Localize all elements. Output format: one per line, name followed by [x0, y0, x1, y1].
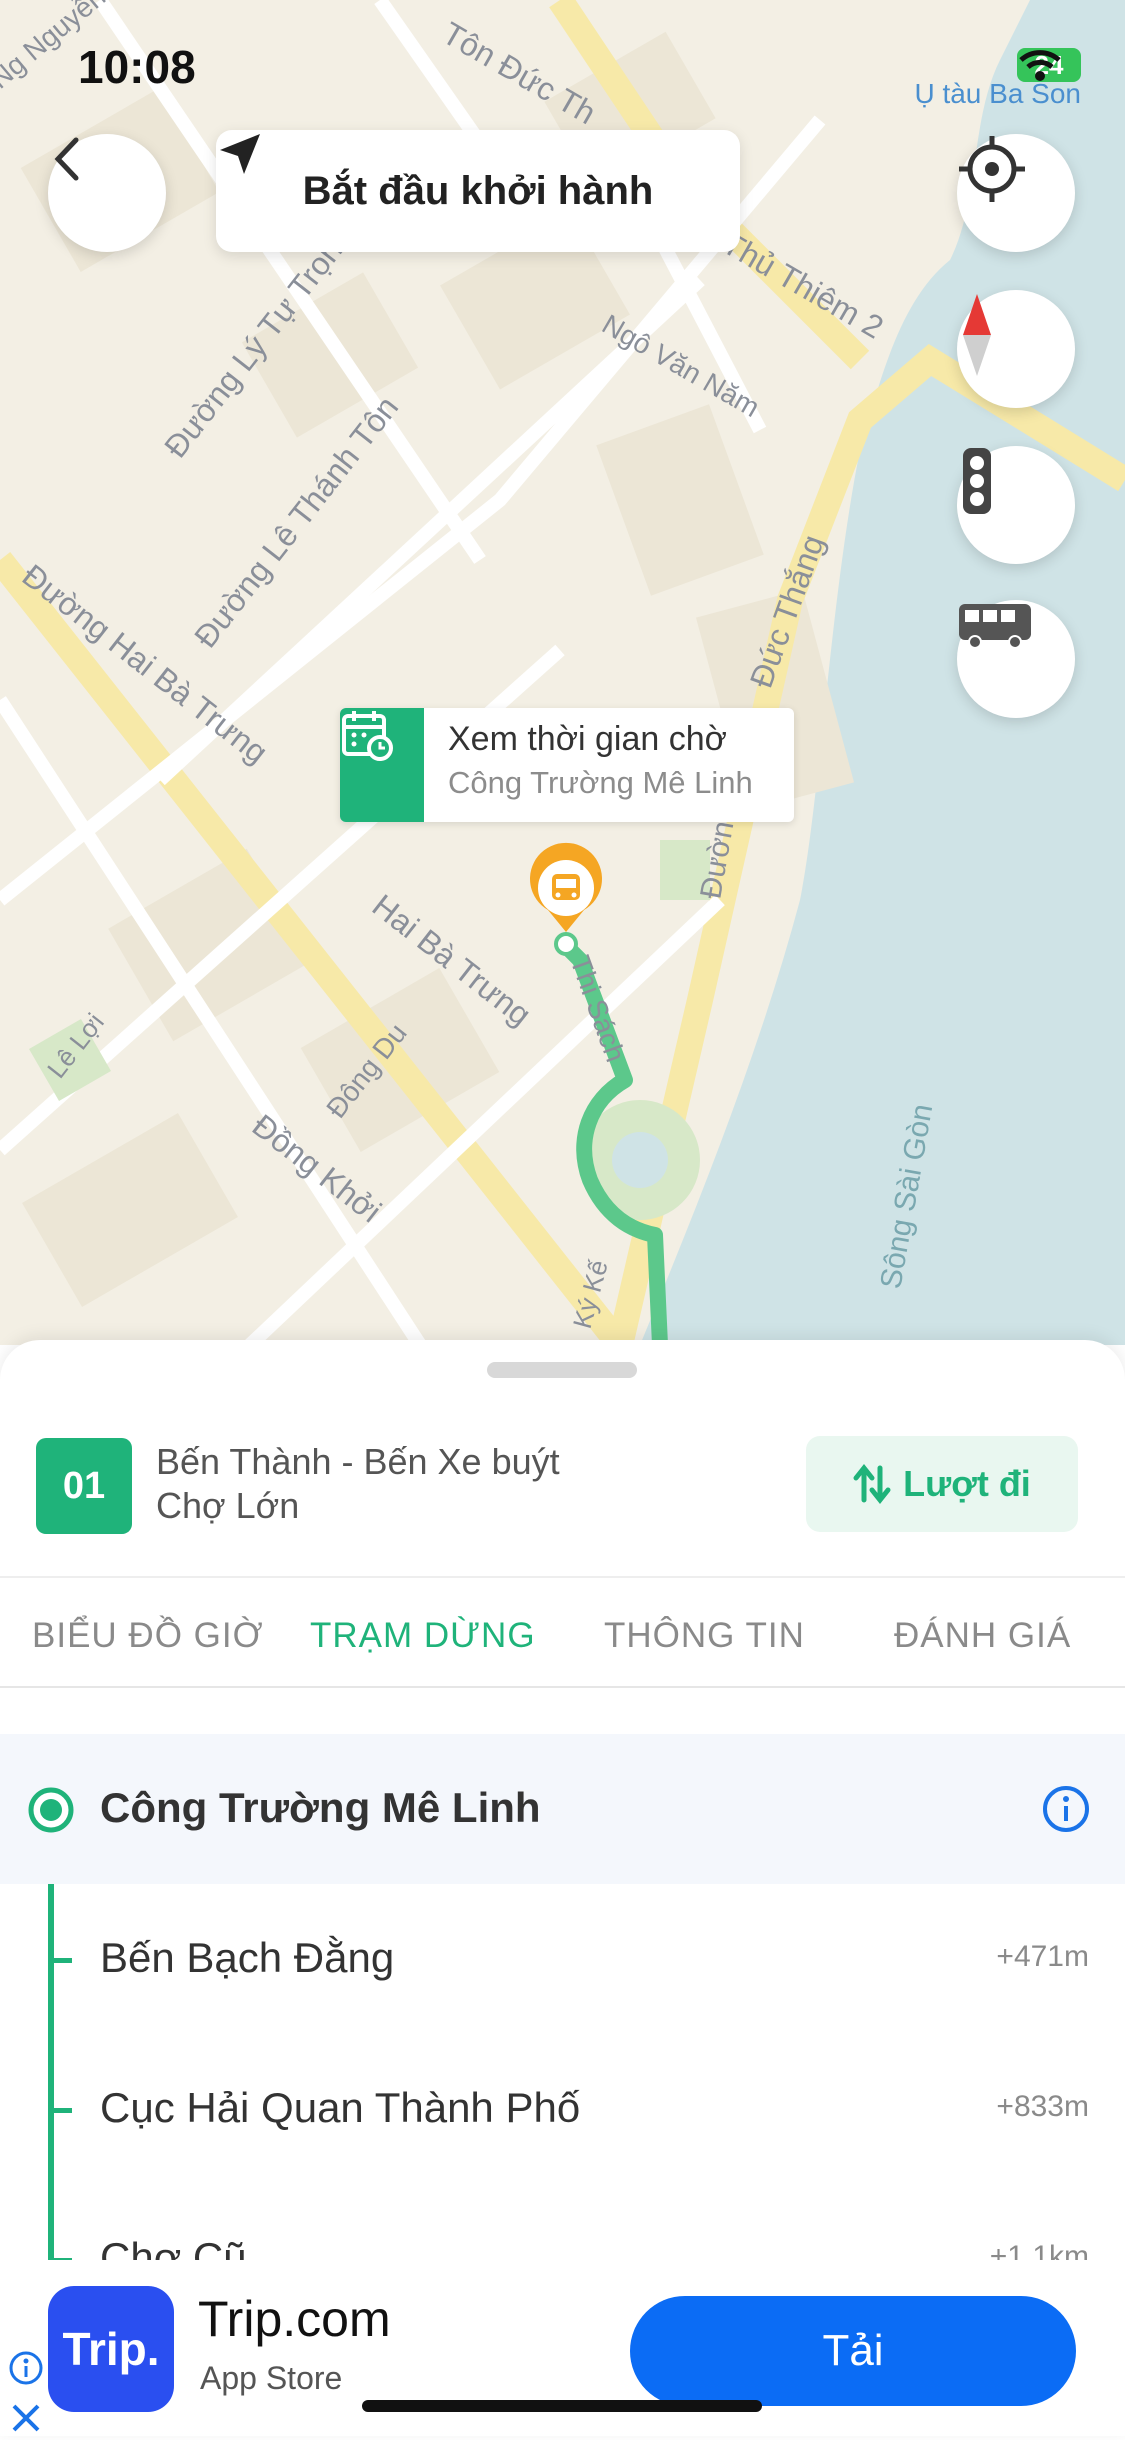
stop-tick: [48, 1958, 72, 1963]
route-number-badge: 01: [36, 1438, 132, 1534]
ad-title: Trip.com: [198, 2291, 391, 2347]
ad-download-button[interactable]: Tải: [630, 2296, 1076, 2406]
stop-item-current[interactable]: Công Trường Mê Linh: [0, 1734, 1125, 1884]
map-view[interactable]: Tôn Đức Th Thủ Thiêm 2 Ngô Văn Năm Đường…: [0, 0, 1125, 1345]
stop-distance: +833m: [996, 2090, 1089, 2123]
current-stop-marker-icon: [28, 1787, 74, 1833]
locate-me-button[interactable]: [957, 134, 1075, 252]
chevron-left-icon: [54, 137, 79, 181]
wait-card-subtitle: Công Trường Mê Linh: [448, 765, 753, 800]
stop-item[interactable]: Cục Hải Quan Thành Phố +833m: [0, 2034, 1125, 2184]
stop-distance: +471m: [996, 1940, 1089, 1973]
start-navigation-button[interactable]: Bắt đầu khởi hành: [216, 130, 740, 252]
stop-name: Công Trường Mê Linh: [100, 1784, 541, 1831]
traffic-button[interactable]: [957, 446, 1075, 564]
ad-subtitle: App Store: [200, 2360, 343, 2396]
home-indicator: [362, 2400, 762, 2412]
crosshair-icon: [959, 136, 1025, 202]
direction-toggle-button[interactable]: Lượt đi: [806, 1436, 1078, 1532]
compass-button[interactable]: [957, 290, 1075, 408]
calendar-clock-icon: [340, 708, 424, 822]
navigation-arrow-icon: [220, 134, 260, 174]
bus-layer-button[interactable]: [957, 600, 1075, 718]
start-navigation-label: Bắt đầu khởi hành: [302, 168, 654, 213]
tab-schedule[interactable]: BIỂU ĐỒ GIỜ: [32, 1616, 264, 1656]
tab-bar: BIỂU ĐỒ GIỜ TRẠM DỪNG THÔNG TIN ĐÁNH GIÁ: [0, 1576, 1125, 1688]
stop-name: Cục Hải Quan Thành Phố: [100, 2084, 581, 2131]
poi-label: Ụ tàu Ba Son: [914, 78, 1081, 109]
wifi-icon: [1019, 50, 1061, 81]
swap-vertical-icon: [853, 1464, 891, 1504]
wait-time-card[interactable]: Xem thời gian chờ Công Trường Mê Linh: [340, 708, 794, 822]
tab-stops[interactable]: TRẠM DỪNG: [310, 1616, 536, 1656]
trip-logo: Trip.: [48, 2286, 174, 2412]
direction-label: Lượt đi: [903, 1463, 1031, 1504]
info-icon[interactable]: [1041, 1784, 1091, 1834]
stop-tick: [48, 2108, 72, 2113]
ad-info-close-icon[interactable]: [6, 2350, 46, 2440]
traffic-light-icon: [963, 448, 991, 514]
status-icons: 24: [1017, 48, 1081, 82]
sheet-drag-handle[interactable]: [487, 1362, 637, 1378]
tab-reviews[interactable]: ĐÁNH GIÁ: [894, 1616, 1071, 1656]
compass-icon: [963, 294, 991, 376]
stop-item[interactable]: Bến Bạch Đằng +471m: [0, 1884, 1125, 2034]
back-button[interactable]: [48, 134, 166, 252]
bus-icon: [959, 604, 1031, 649]
route-name: Bến Thành - Bến Xe buýt Chợ Lớn: [156, 1441, 560, 1526]
wait-card-title: Xem thời gian chờ: [448, 720, 727, 758]
stop-name: Bến Bạch Đằng: [100, 1934, 395, 1981]
status-time: 10:08: [78, 41, 196, 93]
svg-text:Thi Sách: Thi Sách: [564, 951, 631, 1065]
svg-text:Thủ Thiêm 2: Thủ Thiêm 2: [717, 225, 890, 346]
tab-info[interactable]: THÔNG TIN: [604, 1616, 805, 1656]
